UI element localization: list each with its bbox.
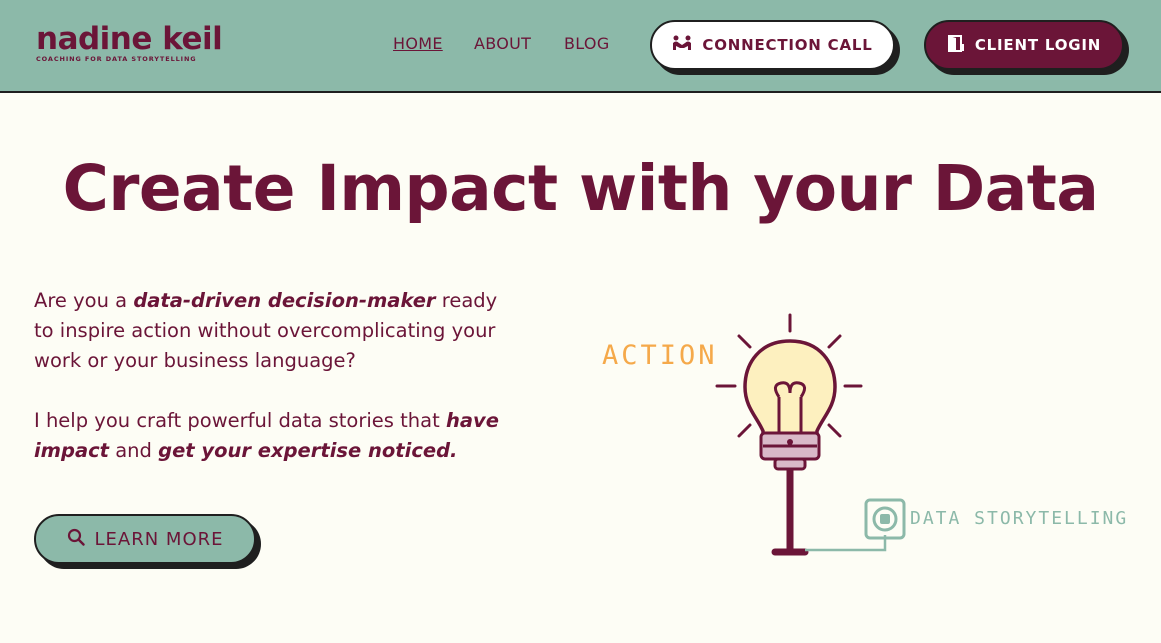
client-login-button[interactable]: CLIENT LOGIN	[924, 20, 1124, 70]
nav-about[interactable]: ABOUT	[474, 34, 531, 53]
hero-paragraph-1: Are you a data-driven decision-maker rea…	[34, 286, 504, 376]
p2-emphasis-2: get your expertise noticed.	[158, 439, 458, 462]
p2-text-a: I help you craft powerful data stories t…	[34, 409, 446, 432]
power-socket-icon	[864, 498, 906, 540]
search-icon	[67, 528, 85, 551]
connection-call-button[interactable]: CONNECTION CALL	[650, 20, 895, 70]
hero-paragraph-2: I help you craft powerful data stories t…	[34, 406, 504, 466]
logo-name: nadine keil	[36, 21, 223, 57]
client-login-label: CLIENT LOGIN	[974, 36, 1102, 54]
learn-more-label: LEARN MORE	[94, 528, 224, 550]
action-label: ACTION	[602, 340, 718, 371]
site-header: nadine keil COACHING FOR DATA STORYTELLI…	[0, 0, 1161, 93]
data-storytelling-label: DATA STORYTELLING	[910, 508, 1129, 529]
people-connect-icon	[672, 35, 692, 55]
logo-tagline: COACHING FOR DATA STORYTELLING	[36, 55, 197, 63]
hero-title: Create Impact with your Data	[62, 152, 1099, 225]
logo[interactable]: nadine keil COACHING FOR DATA STORYTELLI…	[36, 20, 223, 63]
p1-emphasis: data-driven decision-maker	[133, 289, 436, 312]
door-icon	[947, 34, 965, 56]
nav-blog[interactable]: BLOG	[564, 34, 610, 53]
learn-more-button[interactable]: LEARN MORE	[34, 514, 256, 564]
p2-text-c: and	[109, 439, 159, 462]
p1-text-a: Are you a	[34, 289, 134, 312]
nav-home[interactable]: HOME	[393, 34, 443, 53]
connection-call-label: CONNECTION CALL	[702, 36, 873, 54]
